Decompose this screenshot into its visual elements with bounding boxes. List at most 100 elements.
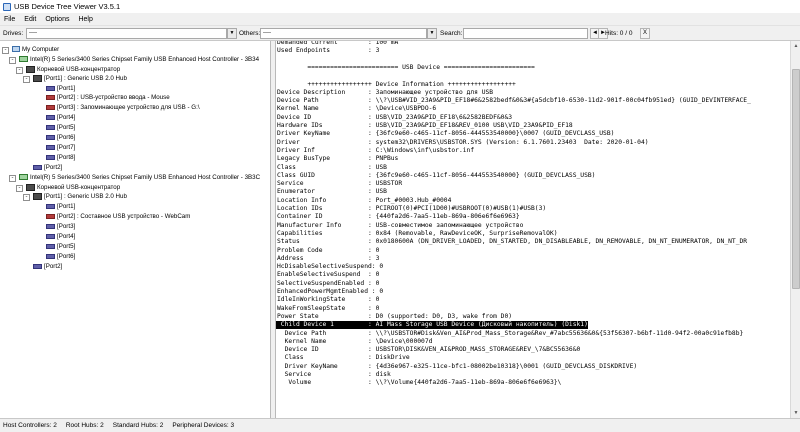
tree-item[interactable]: Intel(R) 5 Series/3400 Series Chipset Fa…	[19, 173, 260, 183]
tree-item-label: [Port7]	[57, 144, 76, 151]
tree-item-label: Корневой USB-концентратор	[37, 66, 121, 73]
computer-icon	[12, 46, 20, 53]
tree-item[interactable]: [Port5]	[46, 242, 75, 252]
detail-line: Location IDs : PCIROOT(0)#PCI(1D00)#USBR…	[277, 205, 547, 212]
port-icon	[46, 223, 55, 229]
tree-expander-icon[interactable]: -	[16, 66, 23, 74]
tree-item[interactable]: [Port4]	[46, 232, 75, 242]
detail-line: Driver Inf : C:\Windows\inf\usbstor.inf	[277, 146, 475, 154]
tree-item-label: [Port2]	[44, 263, 63, 270]
device-tree[interactable]: - My Computer - Intel(R) 5 Series/3400 Seri…	[0, 41, 271, 418]
tree-item[interactable]: [Port6]	[46, 133, 75, 143]
detail-line: Location Info : Port_#0003.Hub_#0004	[277, 196, 452, 204]
menu-edit[interactable]: Edit	[24, 16, 36, 23]
tree-item[interactable]: [Port2] : Составное USB устройство - Web…	[46, 212, 190, 222]
scroll-thumb[interactable]	[792, 69, 800, 289]
tree-item-label: [Port3] : Запоминающее устройство для US…	[57, 104, 200, 111]
status-peripheral-devices: Peripheral Devices: 3	[172, 422, 235, 429]
tree-item-label: [Port2]	[44, 164, 63, 171]
others-label: Others:	[239, 30, 261, 37]
detail-line: WakeFromSleepState : 0	[277, 304, 380, 312]
detail-line: Legacy BusType : PNPBus	[277, 155, 399, 163]
tree-item[interactable]: [Port2]	[33, 262, 62, 272]
detail-line: Class : DiskDrive	[277, 354, 410, 362]
tree-item-label: [Port3]	[57, 223, 76, 230]
detail-line: Driver KeyName : {36fc9e60-c465-11cf-805…	[277, 130, 615, 138]
tree-expander-icon[interactable]: -	[9, 56, 16, 64]
tree-expander-icon[interactable]: -	[16, 184, 23, 192]
tree-item[interactable]: [Port6]	[46, 252, 75, 262]
drives-label: Drives:	[3, 30, 24, 37]
detail-line: Class GUID : {36fc9e60-c465-11cf-8056-44…	[277, 171, 596, 179]
detail-line: Status : 0x0180600A (DN_DRIVER_LOADED, D…	[277, 238, 748, 246]
detail-line	[276, 56, 277, 64]
tree-expander-icon[interactable]: -	[2, 46, 9, 54]
port-icon	[33, 263, 42, 269]
detail-line: Volume : \\?\Volume{440fa2d6-7aa5-11eb-8…	[277, 379, 562, 387]
detail-line: IdleInWorkingState : 0	[277, 296, 380, 304]
port-icon	[46, 114, 55, 120]
menu-options[interactable]: Options	[45, 16, 69, 23]
detail-line: Device Path : \\?\USBSTOR#Disk&Ven_AI&Pr…	[277, 329, 744, 337]
tree-item[interactable]: My Computer	[12, 45, 59, 55]
port-icon	[46, 85, 55, 91]
tree-item-label: [Port8]	[57, 154, 76, 161]
app-icon	[2, 2, 11, 11]
details-scrollbar[interactable]: ▲ ▼	[790, 41, 800, 418]
tree-item-label: [Port1]	[57, 85, 76, 92]
port-icon	[46, 233, 55, 239]
tree-item[interactable]: [Port2] : USB-устройство ввода - Mouse	[46, 93, 170, 103]
scroll-down-icon[interactable]: ▼	[791, 408, 800, 418]
tree-item-label: [Port2] : Составное USB устройство - Web…	[57, 213, 191, 220]
tree-item-label: Корневой USB-концентратор	[37, 184, 121, 191]
port-icon	[46, 104, 55, 110]
device-details[interactable]: Demanded Current : 100 mA Used Endpoints …	[275, 41, 790, 418]
tree-item[interactable]: [Port3] : Запоминающее устройство для US…	[46, 103, 200, 113]
tree-expander-icon[interactable]: -	[23, 75, 30, 83]
detail-line: Container ID : {440fa2d6-7aa5-11eb-869a-…	[277, 213, 520, 221]
search-input[interactable]	[463, 28, 588, 39]
menu-file[interactable]: File	[4, 16, 15, 23]
tree-item[interactable]: [Port1] : Generic USB 2.0 Hub	[33, 74, 127, 84]
tree-item-label: [Port1]	[57, 203, 76, 210]
tree-item-label: [Port4]	[57, 233, 76, 240]
tree-item-label: [Port6]	[57, 134, 76, 141]
others-dropdown-icon[interactable]: ▼	[427, 28, 437, 39]
status-standard-hubs: Standard Hubs: 2	[112, 422, 164, 429]
port-icon	[46, 134, 55, 140]
drives-dropdown-icon[interactable]: ▼	[227, 28, 237, 39]
detail-line: Device Path : \\?\USB#VID_23A9&PID_EF18#…	[277, 97, 751, 105]
tree-item[interactable]: [Port4]	[46, 113, 75, 123]
tree-item[interactable]: [Port5]	[46, 123, 75, 133]
detail-line: EnhancedPowerMgmtEnabled : 0	[277, 288, 384, 295]
detail-line: Class : USB	[277, 163, 387, 171]
tree-expander-icon[interactable]: -	[23, 193, 30, 201]
controller-icon	[19, 174, 28, 181]
tree-item[interactable]: [Port8]	[46, 153, 75, 163]
tree-item-label: [Port1] : Generic USB 2.0 Hub	[44, 193, 127, 200]
tree-item[interactable]: [Port7]	[46, 143, 75, 153]
detail-line: Used Endpoints : 3	[277, 47, 380, 55]
detail-line: Device Description : Запоминающее устрой…	[277, 88, 494, 96]
tree-item[interactable]: [Port2]	[33, 163, 62, 173]
detail-line: ======================== USB Device ====…	[277, 63, 535, 71]
tree-expander-icon[interactable]: -	[9, 174, 16, 182]
tree-item[interactable]: Intel(R) 5 Series/3400 Series Chipset Fa…	[19, 55, 259, 65]
hub-icon	[26, 65, 35, 73]
tree-item-label: [Port2] : USB-устройство ввода - Mouse	[57, 94, 170, 101]
menu-help[interactable]: Help	[78, 16, 92, 23]
port-icon	[46, 124, 55, 130]
tree-item[interactable]: [Port1]	[46, 202, 75, 212]
port-icon	[46, 144, 55, 150]
search-clear-button[interactable]: X	[640, 28, 650, 39]
others-select[interactable]: ----	[260, 28, 427, 39]
tree-item[interactable]: [Port1] : Generic USB 2.0 Hub	[33, 192, 127, 202]
tree-item[interactable]: [Port3]	[46, 222, 75, 232]
detail-line: Driver : system32\DRIVERS\USBSTOR.SYS (V…	[277, 138, 649, 146]
detail-line: Kernel Name : \Device\000007d	[277, 337, 433, 345]
menu-bar: File Edit Options Help	[0, 13, 800, 25]
scroll-up-icon[interactable]: ▲	[791, 41, 800, 51]
drives-select[interactable]: ----	[26, 28, 227, 39]
status-root-hubs: Root Hubs: 2	[65, 422, 104, 429]
detail-line: Device ID : USB\VID_23A9&PID_EF18\6&2582…	[277, 113, 513, 121]
